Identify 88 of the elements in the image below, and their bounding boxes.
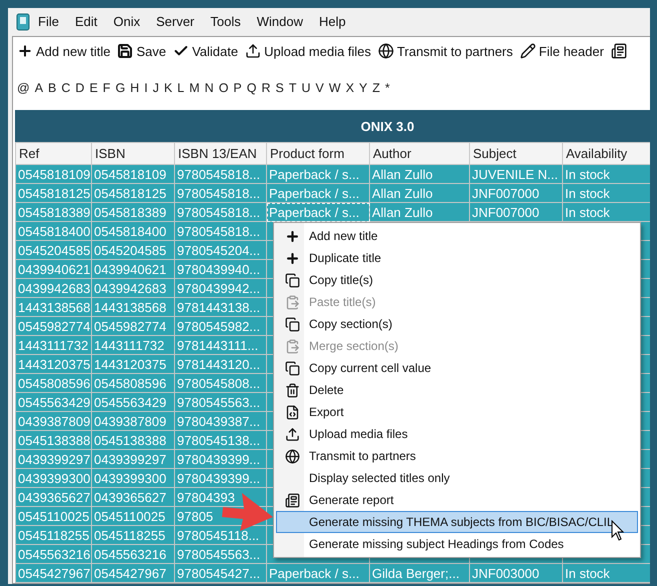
context-menu-item[interactable]: Generate missing THEMA subjects from BIC/BISAC/CLIL (276, 511, 638, 533)
book-icon (16, 13, 30, 31)
letter-filter-link[interactable]: W (328, 80, 341, 94)
letter-filter-link[interactable]: U (302, 80, 311, 94)
table-cell: Paperback / s... (266, 564, 370, 582)
globe-icon (378, 43, 394, 59)
context-menu-item[interactable]: Upload media files (276, 423, 638, 445)
upload-icon (284, 426, 300, 442)
copy-icon (284, 272, 300, 288)
section-title: ONIX 3.0 (360, 118, 414, 134)
globe-icon (284, 448, 300, 464)
toolbar-button[interactable]: File header (520, 43, 604, 59)
menu-item[interactable]: Window (248, 8, 311, 36)
letter-filter-link[interactable]: F (102, 80, 110, 94)
plus-icon (284, 250, 300, 266)
toolbar-button[interactable]: Transmit to partners (378, 43, 513, 59)
letter-filter-link[interactable]: D (75, 80, 84, 94)
letter-filter-link[interactable]: @ (17, 80, 30, 94)
letter-filter-link[interactable]: V (316, 80, 324, 94)
menu-item[interactable]: Onix (105, 8, 148, 36)
column-header[interactable]: Availability (562, 142, 650, 164)
table-cell: 0545427967 (16, 564, 92, 582)
mouse-cursor-icon (611, 520, 625, 542)
letter-filter-link[interactable]: R (262, 80, 271, 94)
letter-filter-link[interactable]: H (130, 80, 140, 94)
context-menu-item[interactable]: Duplicate title (276, 247, 638, 269)
context-menu-item[interactable]: Add new title (276, 225, 638, 247)
context-menu-item[interactable]: Transmit to partners (276, 445, 638, 467)
letter-filter-link[interactable]: P (233, 80, 242, 94)
table-cell: 9780545427... (174, 564, 266, 582)
copy-icon (284, 316, 300, 332)
letter-filter-link[interactable]: E (89, 80, 98, 94)
plus-icon (284, 228, 300, 244)
newspaper-icon[interactable] (610, 43, 627, 59)
column-header[interactable]: ISBN 13/EAN (174, 142, 266, 164)
context-menu-item[interactable]: Display selected titles only (276, 467, 638, 489)
clipboard-icon (284, 294, 300, 310)
menu-item[interactable]: Tools (202, 8, 249, 36)
toolbar-button[interactable]: Upload media files (245, 43, 372, 59)
menu-item[interactable]: Edit (66, 8, 106, 36)
context-menu-item[interactable]: Copy current cell value (276, 357, 638, 379)
menu-item[interactable]: File (30, 8, 67, 36)
column-header[interactable]: Subject (470, 142, 562, 164)
toolbar-button[interactable]: Save (117, 43, 166, 59)
letter-filter-link[interactable]: J (152, 80, 159, 94)
letter-filter-link[interactable]: O (218, 80, 228, 94)
upload-icon (245, 43, 262, 59)
newspaper-icon (284, 492, 300, 508)
letter-filter-link[interactable]: I (144, 80, 148, 94)
context-menu-item[interactable]: Generate missing subject Headings from Codes (276, 533, 638, 555)
letter-filter-link[interactable]: L (177, 80, 184, 94)
pencil-icon (520, 43, 536, 59)
letter-filter-link[interactable]: B (48, 80, 56, 94)
clipboard-icon (284, 338, 300, 354)
letter-filter-link[interactable]: X (346, 80, 354, 94)
context-menu-item[interactable]: Copy title(s) (276, 269, 638, 291)
table-cell: JNF003000 (470, 564, 562, 582)
context-menu-item[interactable]: Generate report (276, 489, 638, 511)
trash-icon (284, 382, 300, 398)
letter-filter-link[interactable]: S (276, 80, 284, 94)
table-cell: 0545427967 (92, 564, 174, 582)
column-header[interactable]: Author (370, 142, 470, 164)
column-header[interactable]: Product form (266, 142, 370, 164)
letter-filter-link[interactable]: Y (359, 80, 368, 94)
menu-item[interactable]: Server (148, 8, 202, 36)
toolbar-button[interactable]: Add new title (17, 43, 110, 59)
letter-filter-link[interactable]: M (189, 80, 200, 94)
save-icon (117, 43, 134, 59)
code-file-icon (284, 404, 300, 420)
context-menu-item[interactable]: Copy section(s) (276, 313, 638, 335)
letter-filter-link[interactable]: A (34, 80, 44, 94)
table-cell: Gilda Berger;... (370, 564, 470, 582)
menu-item[interactable]: Help (311, 8, 354, 36)
plus-icon (17, 43, 33, 59)
column-header[interactable]: Ref (16, 142, 92, 164)
letter-filter-link[interactable]: T (288, 80, 297, 94)
letter-filter-link[interactable]: N (204, 80, 214, 94)
toolbar-button[interactable]: Validate (173, 43, 238, 59)
letter-filter-link[interactable]: Q (246, 80, 256, 94)
letter-filter-link[interactable]: G (115, 80, 126, 94)
letter-filter-link[interactable]: K (164, 80, 172, 94)
copy-icon (284, 360, 300, 376)
context-menu-item[interactable]: Delete (276, 379, 638, 401)
letter-filter-link[interactable]: Z (372, 80, 380, 94)
context-menu-item[interactable]: Export (276, 401, 638, 423)
column-header[interactable]: ISBN (92, 142, 174, 164)
letter-filter-link[interactable]: * (385, 80, 390, 94)
letter-filter-link[interactable]: C (61, 80, 70, 94)
